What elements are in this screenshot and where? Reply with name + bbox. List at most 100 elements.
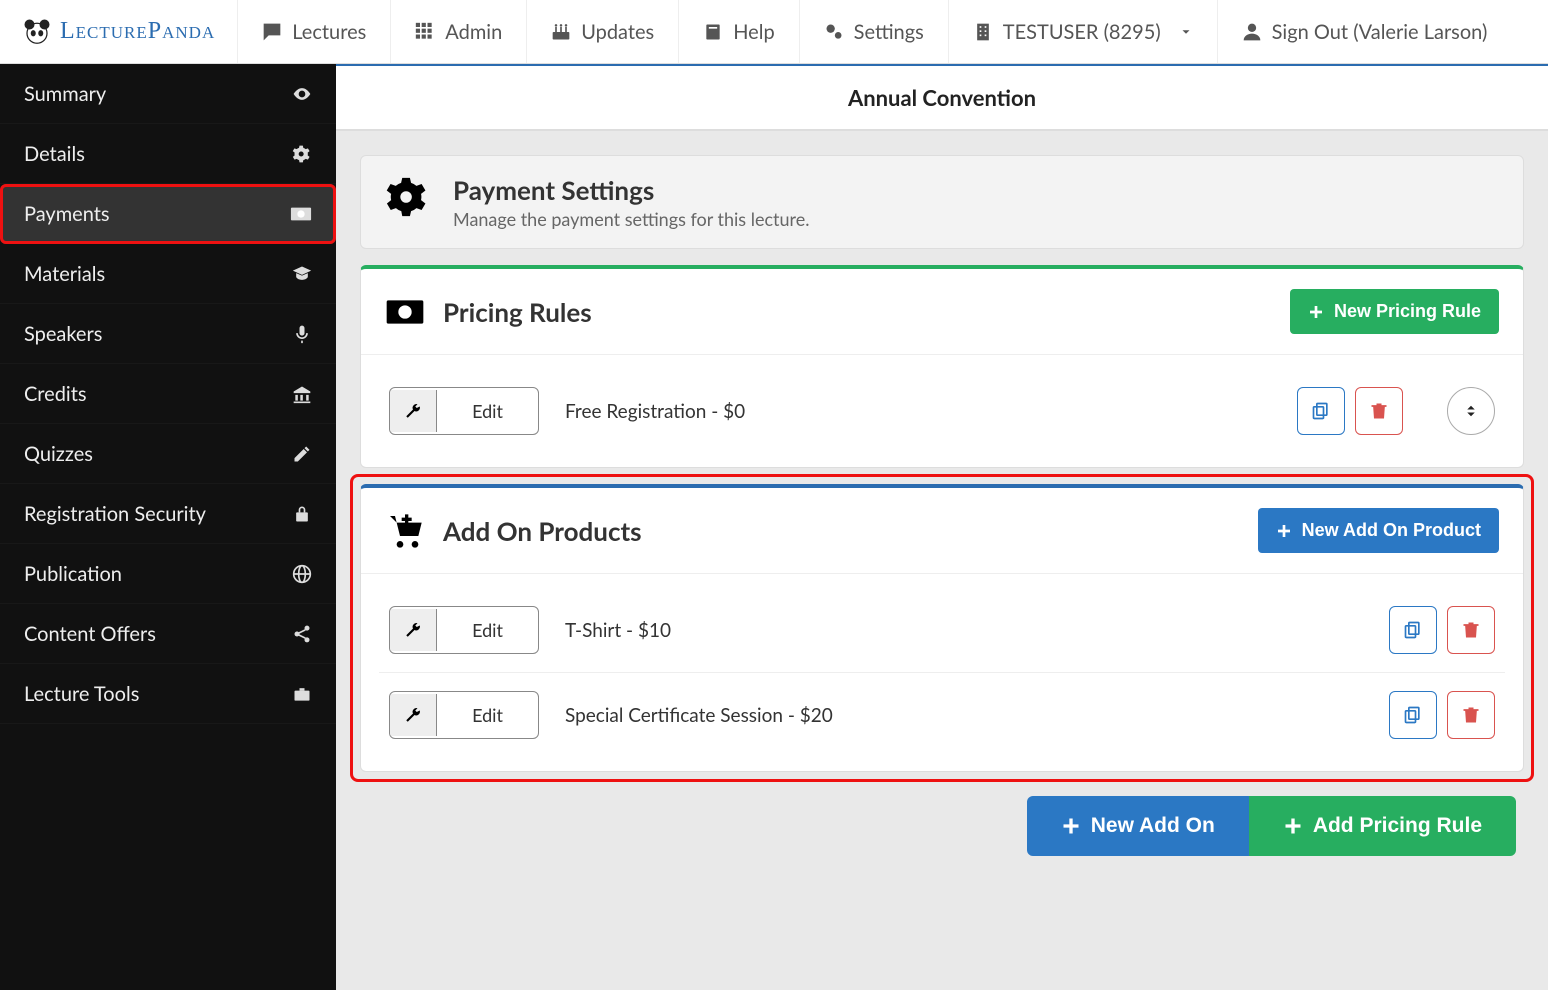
edit-button[interactable]: Edit [389,691,539,739]
trash-icon [1461,705,1481,725]
brand-text: LecturePanda [60,18,215,45]
payment-settings-title: Payment Settings [453,174,809,206]
pricing-rules-title: Pricing Rules [443,296,592,328]
trash-icon [1461,620,1481,640]
brand-logo[interactable]: LecturePanda [0,0,237,63]
sidebar-item-lecture-tools[interactable]: Lecture Tools [0,664,336,724]
eye-icon [292,84,312,104]
nav-lectures-label: Lectures [292,20,366,44]
nav-updates[interactable]: Updates [526,0,678,63]
addon-label: T-Shirt - $10 [565,619,1363,642]
pricing-rule-label: Free Registration - $0 [565,400,1271,423]
sidebar-item-registration-security[interactable]: Registration Security [0,484,336,544]
book-icon [703,22,723,42]
new-pricing-rule-button[interactable]: New Pricing Rule [1290,289,1499,334]
copy-icon [1403,620,1423,640]
sidebar-item-label: Publication [24,562,122,586]
addon-products-panel: Add On Products New Add On Product Edit … [360,484,1524,772]
pricing-rule-row: Edit Free Registration - $0 [379,369,1505,453]
sidebar-item-label: Quizzes [24,442,93,466]
pencil-icon [292,444,312,464]
sidebar-item-label: Content Offers [24,622,156,646]
cart-plus-icon [385,511,425,551]
share-icon [292,624,312,644]
nav-admin-label: Admin [445,20,502,44]
money-icon [290,203,312,225]
payment-settings-panel: Payment Settings Manage the payment sett… [360,155,1524,249]
sidebar-item-label: Summary [24,82,106,106]
addon-label: Special Certificate Session - $20 [565,704,1363,727]
copy-icon [1403,705,1423,725]
delete-button[interactable] [1447,606,1495,654]
new-addon-product-button[interactable]: New Add On Product [1258,508,1499,553]
globe-icon [292,564,312,584]
edit-button[interactable]: Edit [389,387,539,435]
sidebar-item-summary[interactable]: Summary [0,64,336,124]
wrench-icon [404,706,422,724]
sidebar-item-materials[interactable]: Materials [0,244,336,304]
footer-actions: New Add On Add Pricing Rule [360,788,1524,864]
sidebar-item-label: Payments [24,202,110,226]
add-pricing-rule-button[interactable]: Add Pricing Rule [1249,796,1516,856]
graduation-cap-icon [292,264,312,284]
sidebar-item-credits[interactable]: Credits [0,364,336,424]
trash-icon [1369,401,1389,421]
button-label: New Add On [1091,814,1215,838]
panda-icon [22,17,52,47]
briefcase-icon [292,684,312,704]
edit-button[interactable]: Edit [389,606,539,654]
nav-help[interactable]: Help [678,0,798,63]
sidebar-item-details[interactable]: Details [0,124,336,184]
button-label: Edit [437,388,538,434]
content-area: Annual Convention Payment Settings Manag… [336,64,1548,990]
page-title: Annual Convention [336,64,1548,131]
button-label: Edit [437,607,538,653]
copy-icon [1311,401,1331,421]
sidebar-item-label: Details [24,142,85,166]
plus-icon [1283,816,1303,836]
sidebar-item-quizzes[interactable]: Quizzes [0,424,336,484]
pricing-rules-panel: Pricing Rules New Pricing Rule Edit Free… [360,265,1524,468]
cogs-icon [292,144,312,164]
button-label: Edit [437,692,538,738]
microphone-icon [292,324,312,344]
nav-lectures[interactable]: Lectures [237,0,390,63]
addon-highlight-box: Add On Products New Add On Product Edit … [360,484,1524,772]
copy-button[interactable] [1297,387,1345,435]
top-nav: LecturePanda Lectures Admin Updates Help… [0,0,1548,64]
nav-settings-label: Settings [854,20,924,44]
nav-help-label: Help [733,20,774,44]
sidebar-item-speakers[interactable]: Speakers [0,304,336,364]
sort-handle[interactable] [1447,387,1495,435]
building-icon [973,22,993,42]
user-icon [1242,22,1262,42]
copy-button[interactable] [1389,691,1437,739]
addon-row: Edit T-Shirt - $10 [379,588,1505,673]
nav-signout-label: Sign Out (Valerie Larson) [1272,20,1488,44]
comment-icon [262,22,282,42]
nav-org-switcher[interactable]: TESTUSER (8295) [948,0,1217,63]
button-label: New Pricing Rule [1334,301,1481,322]
nav-admin[interactable]: Admin [390,0,526,63]
gears-icon [824,22,844,42]
plus-icon [1308,304,1324,320]
copy-button[interactable] [1389,606,1437,654]
nav-signout[interactable]: Sign Out (Valerie Larson) [1217,0,1512,63]
sidebar-item-payments[interactable]: Payments [0,184,336,244]
button-label: New Add On Product [1302,520,1481,541]
new-addon-button[interactable]: New Add On [1027,796,1249,856]
nav-settings[interactable]: Settings [799,0,948,63]
addon-products-title: Add On Products [443,515,642,547]
sidebar-item-label: Lecture Tools [24,682,139,706]
sort-icon [1462,402,1480,420]
nav-org-label: TESTUSER (8295) [1003,20,1161,44]
nav-updates-label: Updates [581,20,654,44]
lock-icon [292,504,312,524]
sidebar-item-label: Credits [24,382,87,406]
delete-button[interactable] [1447,691,1495,739]
sidebar-item-content-offers[interactable]: Content Offers [0,604,336,664]
sidebar: Summary Details Payments Materials Speak… [0,64,336,990]
bank-icon [292,384,312,404]
sidebar-item-publication[interactable]: Publication [0,544,336,604]
delete-button[interactable] [1355,387,1403,435]
